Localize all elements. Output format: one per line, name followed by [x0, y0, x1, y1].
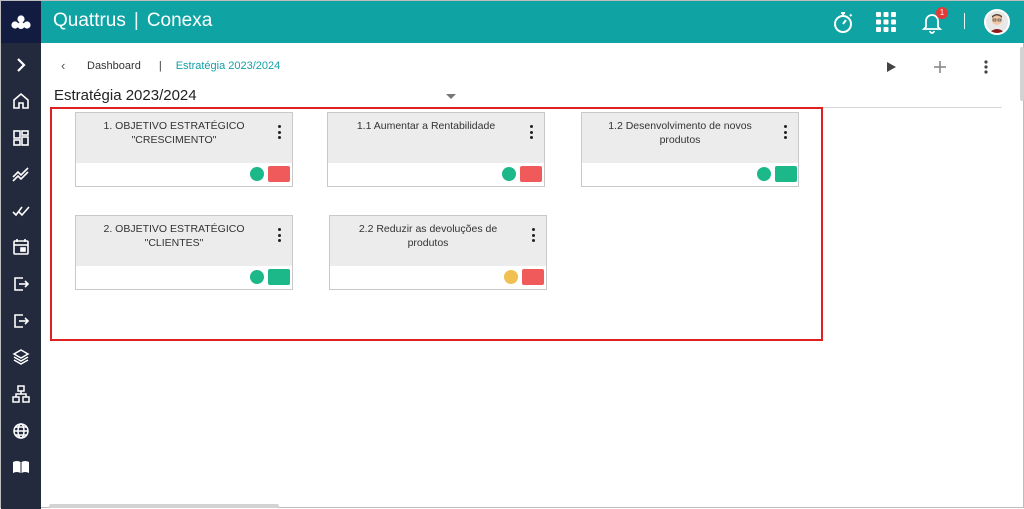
- card-menu-icon[interactable]: [782, 125, 788, 139]
- breadcrumb: ‹ Dashboard | Estratégia 2023/2024: [61, 58, 280, 73]
- title-dropdown-icon[interactable]: [446, 94, 456, 99]
- back-chevron-icon[interactable]: ‹: [61, 58, 75, 73]
- status-dot: [250, 167, 264, 181]
- double-check-icon[interactable]: [9, 199, 33, 223]
- objective-card[interactable]: 1.1 Aumentar a Rentabilidade: [327, 112, 545, 187]
- add-icon[interactable]: [930, 57, 950, 77]
- trend-icon[interactable]: [9, 162, 33, 186]
- home-icon[interactable]: [9, 89, 33, 113]
- card-title: 2.2 Reduzir as devoluções de produtos: [358, 223, 498, 249]
- status-flag: [520, 166, 542, 182]
- logout-icon[interactable]: [9, 309, 33, 333]
- notification-badge: 1: [936, 7, 948, 19]
- more-vertical-icon[interactable]: [976, 57, 996, 77]
- card-title: 1. OBJETIVO ESTRATÉGICO "CRESCIMENTO": [103, 120, 245, 146]
- user-avatar[interactable]: [984, 9, 1010, 35]
- card-title: 1.2 Desenvolvimento de novos produtos: [608, 120, 752, 146]
- status-flag: [268, 269, 290, 285]
- card-menu-icon[interactable]: [528, 125, 534, 139]
- layers-icon[interactable]: [9, 345, 33, 369]
- vertical-scrollbar[interactable]: [1020, 47, 1024, 101]
- card-menu-icon[interactable]: [276, 228, 282, 242]
- status-flag: [268, 166, 290, 182]
- apps-grid-icon[interactable]: [873, 9, 899, 35]
- logo-icon: [11, 15, 31, 30]
- status-dot: [757, 167, 771, 181]
- card-title: 1.1 Aumentar a Rentabilidade: [356, 120, 496, 132]
- horizontal-scrollbar[interactable]: [49, 504, 279, 508]
- breadcrumb-current[interactable]: Estratégia 2023/2024: [176, 60, 281, 72]
- hierarchy-icon[interactable]: [9, 382, 33, 406]
- top-bar: Quattrus | Conexa 1: [1, 1, 1024, 43]
- dashboard-icon[interactable]: [9, 126, 33, 150]
- topbar-divider: [964, 13, 965, 29]
- status-flag: [522, 269, 544, 285]
- breadcrumb-separator: |: [158, 59, 162, 72]
- breadcrumb-dashboard[interactable]: Dashboard: [87, 60, 141, 72]
- bell-icon[interactable]: 1: [919, 7, 948, 35]
- play-icon[interactable]: [881, 57, 901, 77]
- export-icon[interactable]: [9, 272, 33, 296]
- card-menu-icon[interactable]: [530, 228, 536, 242]
- status-dot: [502, 167, 516, 181]
- stopwatch-icon[interactable]: [830, 9, 856, 35]
- logo[interactable]: [1, 1, 41, 43]
- status-flag: [775, 166, 797, 182]
- card-title: 2. OBJETIVO ESTRATÉGICO "CLIENTES": [103, 223, 245, 249]
- calendar-icon[interactable]: [9, 235, 33, 259]
- brand-separator: |: [133, 10, 139, 31]
- objective-card[interactable]: 2. OBJETIVO ESTRATÉGICO "CLIENTES": [75, 215, 293, 290]
- book-icon[interactable]: [9, 455, 33, 479]
- status-dot: [250, 270, 264, 284]
- expand-icon[interactable]: [9, 53, 33, 77]
- app-frame: Quattrus | Conexa 1 ‹ Dashboard | Estrat…: [0, 0, 1024, 509]
- sidebar: [1, 43, 41, 509]
- objective-card[interactable]: 1.2 Desenvolvimento de novos produtos: [581, 112, 799, 187]
- brand-name: Quattrus: [53, 10, 126, 31]
- card-menu-icon[interactable]: [276, 125, 282, 139]
- product-name: Conexa: [146, 10, 213, 31]
- globe-icon[interactable]: [9, 419, 33, 443]
- objective-card[interactable]: 2.2 Reduzir as devoluções de produtos: [329, 215, 547, 290]
- objective-card[interactable]: 1. OBJETIVO ESTRATÉGICO "CRESCIMENTO": [75, 112, 293, 187]
- status-dot: [504, 270, 518, 284]
- page-title: Estratégia 2023/2024: [54, 87, 197, 104]
- brand: Quattrus | Conexa: [53, 10, 212, 32]
